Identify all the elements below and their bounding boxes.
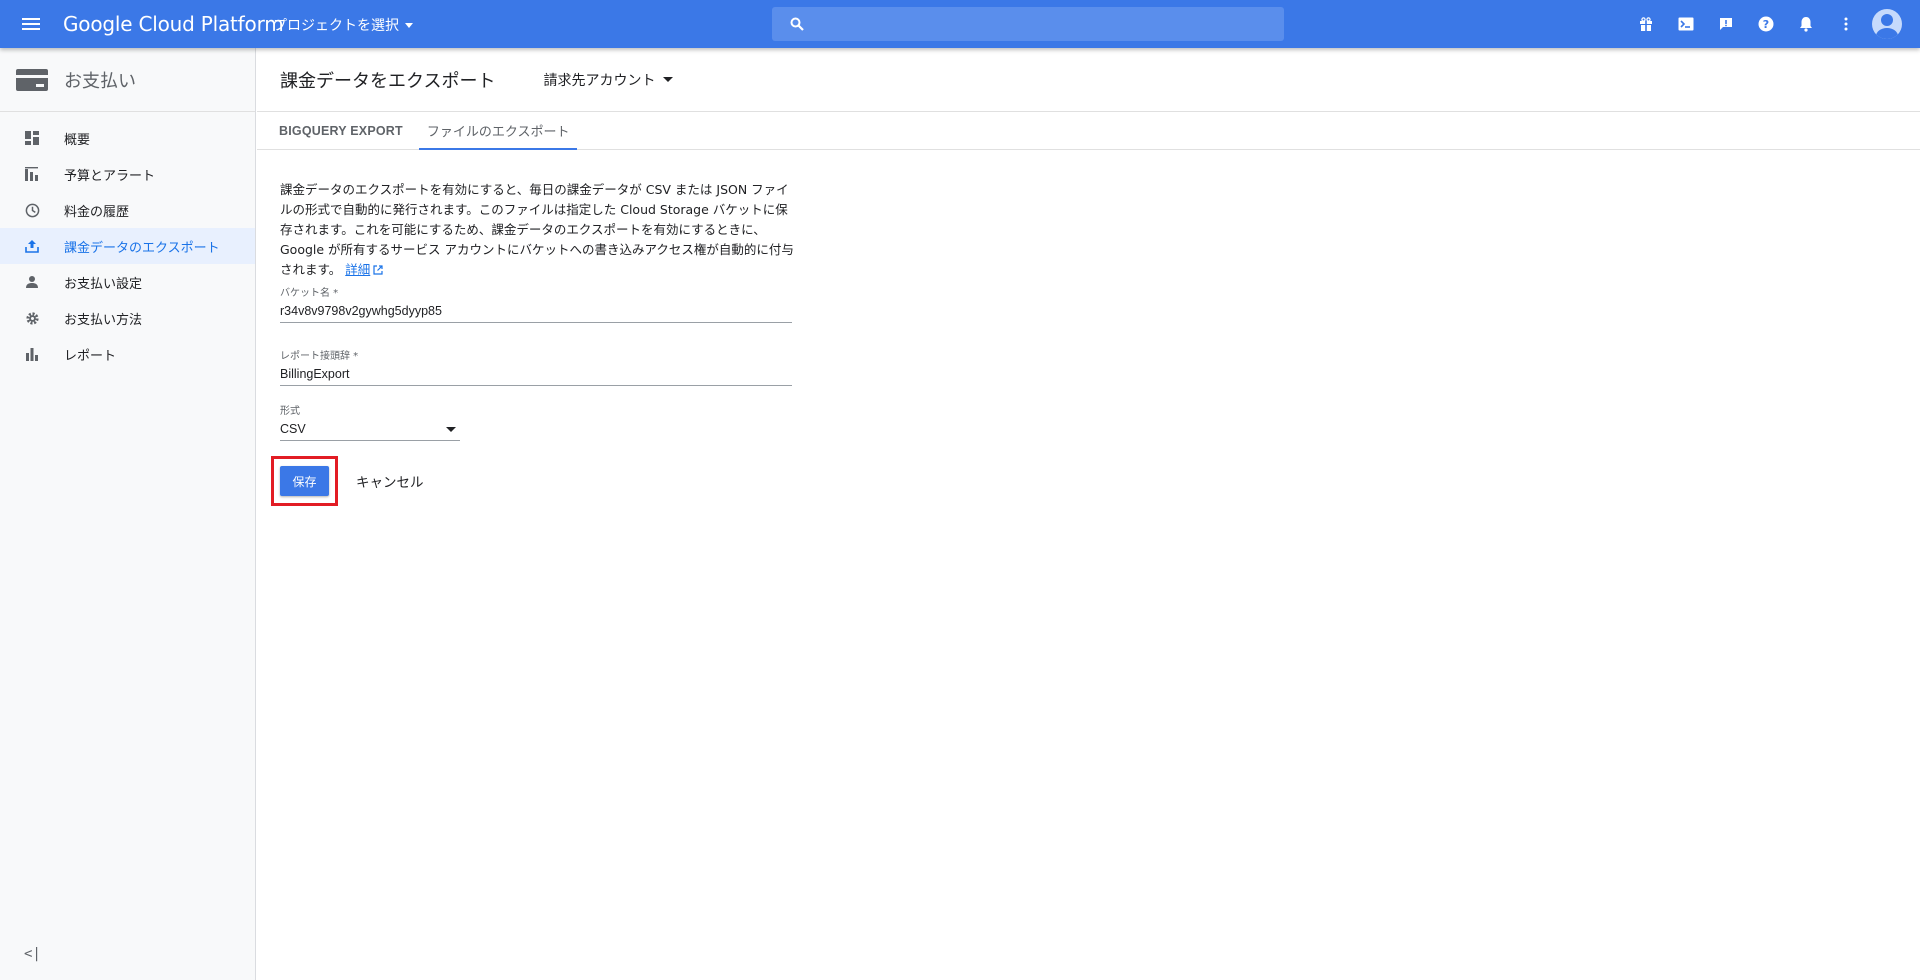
sidebar-title: お支払い — [64, 70, 136, 92]
sidebar-item-billing-settings[interactable]: お支払い設定 — [0, 264, 255, 300]
settings-icon — [24, 310, 40, 326]
menu-icon[interactable] — [18, 12, 44, 36]
top-app-bar: Google Cloud Platform プロジェクトを選択 ? — [0, 0, 1920, 48]
details-link-label: 詳細 — [345, 262, 371, 277]
report-prefix-field: レポート接頭辞 * — [280, 347, 792, 386]
upload-icon — [24, 238, 40, 254]
dashboard-icon — [24, 130, 40, 146]
bucket-name-label: バケット名 * — [280, 288, 339, 299]
bucket-name-input[interactable] — [280, 299, 792, 323]
bar-chart-icon — [24, 346, 40, 362]
sidebar-item-history[interactable]: 料金の履歴 — [0, 192, 255, 228]
format-value: CSV — [280, 422, 306, 436]
person-icon — [24, 274, 40, 290]
external-link-icon — [373, 265, 383, 275]
caret-down-icon — [663, 77, 674, 82]
form-actions: 保存 キャンセル — [271, 456, 797, 506]
sidebar-item-reports[interactable]: レポート — [0, 336, 255, 372]
sidebar-item-label: 料金の履歴 — [64, 204, 130, 220]
bell-icon[interactable] — [1786, 0, 1826, 48]
tab-bigquery-export[interactable]: BIGQUERY EXPORT — [279, 112, 411, 150]
sidebar-item-label: 課金データのエクスポート — [64, 240, 220, 256]
report-prefix-input[interactable] — [280, 362, 792, 386]
billing-account-selector[interactable]: 請求先アカウント — [543, 70, 674, 90]
sidebar-item-label: 概要 — [64, 132, 91, 148]
caret-down-icon — [446, 426, 456, 432]
search-input[interactable] — [772, 7, 1284, 41]
sidebar-item-budgets[interactable]: 予算とアラート — [0, 156, 255, 192]
tab-bar: BIGQUERY EXPORT ファイルのエクスポート — [257, 112, 1920, 150]
sidebar-item-payment-methods[interactable]: お支払い方法 — [0, 300, 255, 336]
details-link[interactable]: 詳細 — [345, 262, 383, 277]
report-prefix-label: レポート接頭辞 * — [280, 351, 359, 362]
help-icon[interactable]: ? — [1746, 0, 1786, 48]
sidebar-item-label: お支払い方法 — [64, 312, 143, 328]
format-label: 形式 — [280, 406, 300, 417]
export-form: 課金データのエクスポートを有効にすると、毎日の課金データが CSV または JS… — [257, 150, 797, 506]
sidebar-item-label: レポート — [64, 348, 117, 364]
sidebar: お支払い 概要 予算とアラート 料金の履歴 課金データのエクスポート お支払い設… — [0, 48, 256, 980]
project-selector[interactable]: プロジェクトを選択 — [273, 15, 413, 35]
page-title: 課金データをエクスポート — [280, 70, 496, 92]
cancel-button[interactable]: キャンセル — [356, 471, 424, 491]
main-content: 課金データをエクスポート 請求先アカウント BIGQUERY EXPORT ファ… — [257, 48, 1920, 980]
bucket-name-field: バケット名 * — [280, 284, 792, 323]
sidebar-item-label: 予算とアラート — [64, 168, 156, 184]
credit-card-icon — [16, 68, 48, 91]
save-highlight-box — [271, 456, 338, 506]
history-icon — [24, 202, 40, 218]
sidebar-nav: 概要 予算とアラート 料金の履歴 課金データのエクスポート お支払い設定 お支払… — [0, 112, 255, 372]
sidebar-item-export[interactable]: 課金データのエクスポート — [0, 228, 255, 264]
svg-text:?: ? — [1763, 18, 1769, 31]
more-vert-icon[interactable] — [1826, 0, 1866, 48]
page-header: 課金データをエクスポート 請求先アカウント — [257, 48, 1920, 112]
description: 課金データのエクスポートを有効にすると、毎日の課金データが CSV または JS… — [280, 180, 797, 280]
billing-account-label: 請求先アカウント — [543, 72, 656, 89]
feedback-icon[interactable] — [1706, 0, 1746, 48]
sidebar-header: お支払い — [0, 48, 255, 112]
collapse-sidebar-icon[interactable]: <| — [24, 946, 41, 962]
format-select[interactable]: CSV — [280, 417, 460, 441]
gift-icon[interactable] — [1626, 0, 1666, 48]
tab-file-export[interactable]: ファイルのエクスポート — [418, 112, 578, 150]
avatar[interactable] — [1872, 9, 1902, 39]
sidebar-item-label: お支払い設定 — [64, 276, 143, 292]
terminal-icon[interactable] — [1666, 0, 1706, 48]
sidebar-item-overview[interactable]: 概要 — [0, 120, 255, 156]
budget-icon — [24, 166, 40, 182]
caret-down-icon — [405, 22, 413, 28]
format-field: 形式 CSV — [280, 402, 797, 441]
brand-logo[interactable]: Google Cloud Platform — [63, 12, 284, 36]
search-icon — [790, 17, 804, 31]
project-selector-label: プロジェクトを選択 — [273, 18, 399, 34]
